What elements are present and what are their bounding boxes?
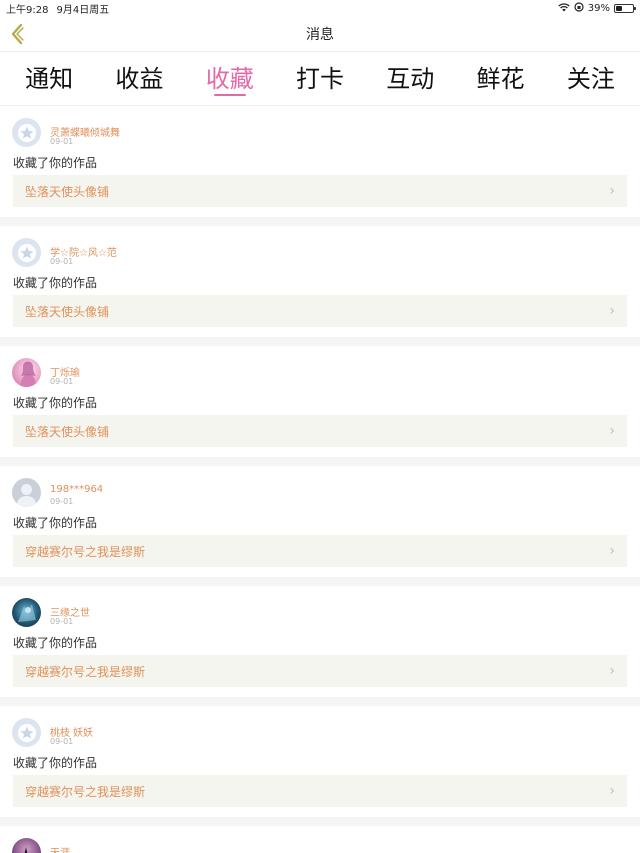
timestamp: 09-01 xyxy=(50,497,74,506)
message-list: 灵萧蝶曦倾城舞 09-01 收藏了你的作品 坠落天使头像铺 › 学☆院☆风☆范 … xyxy=(0,106,640,853)
work-link[interactable]: 坠落天使头像铺 › xyxy=(13,415,627,447)
chevron-right-icon: › xyxy=(609,663,615,679)
battery-fill xyxy=(616,5,623,11)
list-item: 天涯 xyxy=(0,826,640,853)
tab-following[interactable]: 关注 xyxy=(546,52,635,106)
status-bar: 上午9:28 9月4日周五 39% xyxy=(0,0,640,16)
tab-favorites[interactable]: 收藏 xyxy=(185,52,274,106)
work-link[interactable]: 穿越赛尔号之我是缪斯 › xyxy=(13,655,627,687)
action-text: 收藏了你的作品 xyxy=(13,276,98,290)
chevron-right-icon: › xyxy=(609,303,615,319)
list-item: 三缘之世 09-01 收藏了你的作品 穿越赛尔号之我是缪斯 › xyxy=(0,586,640,697)
star-icon xyxy=(17,723,36,742)
page-title: 消息 xyxy=(306,26,334,43)
work-title: 坠落天使头像铺 xyxy=(25,304,110,319)
tab-checkin[interactable]: 打卡 xyxy=(275,52,364,106)
timestamp: 09-01 xyxy=(50,377,74,386)
action-text: 收藏了你的作品 xyxy=(13,396,98,410)
chevron-right-icon: › xyxy=(609,543,615,559)
work-title: 穿越赛尔号之我是缪斯 xyxy=(25,784,146,799)
tab-bar: 通知 收益 收藏 打卡 互动 鲜花 关注 xyxy=(0,52,640,106)
action-text: 收藏了你的作品 xyxy=(13,756,98,770)
back-button[interactable] xyxy=(6,22,30,46)
status-date: 9月4日周五 xyxy=(56,4,110,16)
work-title: 坠落天使头像铺 xyxy=(25,424,110,439)
orientation-lock-icon xyxy=(574,1,584,15)
work-link[interactable]: 穿越赛尔号之我是缪斯 › xyxy=(13,535,627,567)
avatar[interactable] xyxy=(12,238,41,267)
nav-bar: 消息 xyxy=(0,16,640,52)
list-item: 桃枝 妖妖 09-01 收藏了你的作品 穿越赛尔号之我是缪斯 › xyxy=(0,706,640,817)
tab-earnings[interactable]: 收益 xyxy=(95,52,184,106)
work-title: 穿越赛尔号之我是缪斯 xyxy=(25,544,146,559)
chevron-right-icon: › xyxy=(609,183,615,199)
work-link[interactable]: 穿越赛尔号之我是缪斯 › xyxy=(13,775,627,807)
avatar-photo-icon xyxy=(24,847,28,853)
timestamp: 09-01 xyxy=(50,137,74,146)
avatar[interactable] xyxy=(12,598,41,627)
work-link[interactable]: 坠落天使头像铺 › xyxy=(13,175,627,207)
status-time: 上午9:28 xyxy=(6,4,49,16)
tab-active-indicator xyxy=(213,94,246,96)
timestamp: 09-01 xyxy=(50,737,74,746)
action-text: 收藏了你的作品 xyxy=(13,516,98,530)
list-item: 198***964 09-01 收藏了你的作品 穿越赛尔号之我是缪斯 › xyxy=(0,466,640,577)
list-item: 丁烁瑜 09-01 收藏了你的作品 坠落天使头像铺 › xyxy=(0,346,640,457)
timestamp: 09-01 xyxy=(50,257,74,266)
avatar[interactable] xyxy=(12,118,41,147)
star-icon xyxy=(17,243,36,262)
list-item: 灵萧蝶曦倾城舞 09-01 收藏了你的作品 坠落天使头像铺 › xyxy=(0,106,640,217)
user-name[interactable]: 198***964 xyxy=(50,484,103,495)
list-item: 学☆院☆风☆范 09-01 收藏了你的作品 坠落天使头像铺 › xyxy=(0,226,640,337)
work-title: 穿越赛尔号之我是缪斯 xyxy=(25,664,146,679)
chevron-left-icon xyxy=(11,23,24,45)
timestamp: 09-01 xyxy=(50,617,74,626)
wifi-icon xyxy=(558,2,570,15)
tab-flowers[interactable]: 鲜花 xyxy=(456,52,545,106)
star-icon xyxy=(17,123,36,142)
chevron-right-icon: › xyxy=(609,423,615,439)
user-name[interactable]: 天涯 xyxy=(50,844,70,853)
tab-notifications[interactable]: 通知 xyxy=(5,52,94,106)
tab-interaction[interactable]: 互动 xyxy=(366,52,455,106)
avatar-photo-icon xyxy=(18,604,36,622)
battery-percent: 39% xyxy=(587,2,610,14)
avatar-photo-icon xyxy=(20,361,36,387)
avatar[interactable] xyxy=(12,718,41,747)
battery-icon xyxy=(614,3,636,13)
avatar[interactable] xyxy=(12,838,41,853)
avatar[interactable] xyxy=(12,358,41,387)
work-link[interactable]: 坠落天使头像铺 › xyxy=(13,295,627,327)
action-text: 收藏了你的作品 xyxy=(13,636,98,650)
person-icon xyxy=(16,484,37,507)
action-text: 收藏了你的作品 xyxy=(13,156,98,170)
avatar[interactable] xyxy=(12,478,41,507)
chevron-right-icon: › xyxy=(609,783,615,799)
work-title: 坠落天使头像铺 xyxy=(25,184,110,199)
